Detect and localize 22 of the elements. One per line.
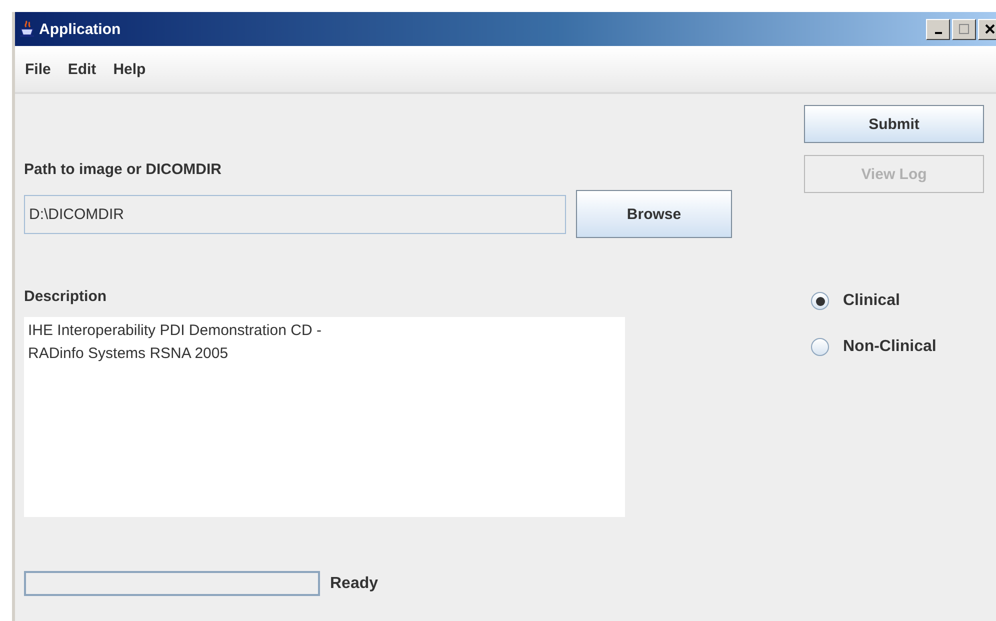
browse-button[interactable]: Browse: [576, 190, 732, 238]
path-label: Path to image or DICOMDIR: [24, 161, 222, 178]
radio-label[interactable]: Non-Clinical: [843, 338, 936, 356]
path-field[interactable]: D:\DICOMDIR: [24, 194, 566, 234]
menu-item[interactable]: File: [25, 60, 51, 78]
close-button[interactable]: [978, 18, 996, 40]
description-field[interactable]: IHE Interoperability PDI Demonstration CD - RADinfo Systems RSNA 2005: [24, 317, 625, 517]
radio-button[interactable]: [811, 292, 829, 310]
submit-button[interactable]: Submit: [804, 105, 984, 143]
cup-icon: [19, 20, 35, 38]
menu-item[interactable]: Edit: [68, 60, 96, 78]
menu-item[interactable]: Help: [113, 60, 146, 78]
status-text: Ready: [330, 574, 378, 592]
maximize-icon: [959, 24, 969, 34]
close-icon: [985, 24, 995, 34]
minimize-button[interactable]: [926, 18, 950, 40]
maximize-button[interactable]: [952, 18, 976, 40]
window-title: Application: [39, 20, 121, 38]
radio-button[interactable]: [811, 338, 829, 356]
radio-label[interactable]: Clinical: [843, 292, 900, 310]
description-label: Description: [24, 288, 107, 305]
minimize-icon: [934, 32, 942, 34]
